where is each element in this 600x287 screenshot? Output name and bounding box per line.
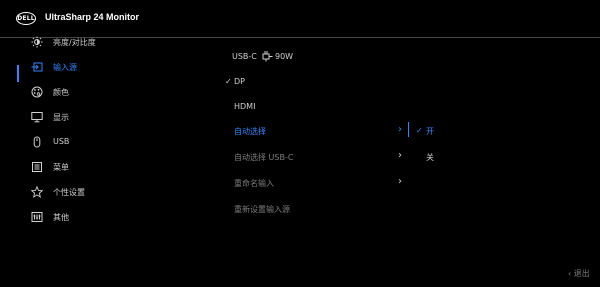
- star-icon: [31, 186, 43, 198]
- submenu-rename-input[interactable]: 重命名输入 ›: [220, 173, 410, 193]
- on-label: 开: [426, 127, 434, 136]
- monitor-title: UltraSharp 24 Monitor: [45, 12, 140, 22]
- menu-item-color[interactable]: 颜色: [0, 80, 200, 104]
- usb-mouse-icon: [31, 136, 43, 148]
- menu-item-other[interactable]: 其他: [0, 205, 200, 229]
- menu-label-input-source: 输入源: [53, 63, 77, 72]
- dp-check-icon: ✓: [225, 77, 232, 86]
- submenu-dp[interactable]: ✓ DP: [220, 72, 410, 92]
- chevron-right-icon: ›: [398, 124, 402, 135]
- chevron-right-icon: ›: [398, 150, 402, 161]
- rename-input-label: 重命名输入: [234, 179, 274, 188]
- off-label: 关: [426, 153, 434, 162]
- menu-item-brightness[interactable]: 亮度/对比度: [0, 30, 200, 54]
- submenu-auto-select[interactable]: 自动选择 ›: [220, 121, 410, 141]
- usbc-label: USB-C: [232, 52, 257, 61]
- other-icon: [31, 211, 43, 223]
- power-label: 90W: [275, 52, 294, 61]
- submenu-usbc[interactable]: USB-C 90W: [220, 47, 410, 67]
- hdmi-label: HDMI: [234, 102, 256, 111]
- option-off[interactable]: 关: [413, 147, 513, 167]
- menu-label-brightness: 亮度/对比度: [53, 38, 96, 47]
- chevron-right-icon: ›: [398, 176, 402, 187]
- menu-label-personalize: 个性设置: [53, 188, 85, 197]
- menu-item-display[interactable]: 显示: [0, 105, 200, 129]
- submenu-reset-input[interactable]: 重新设置输入源: [220, 199, 410, 219]
- auto-select-label: 自动选择: [234, 127, 266, 136]
- dp-label: DP: [234, 77, 245, 86]
- submenu-auto-select-usbc[interactable]: 自动选择 USB-C ›: [220, 147, 410, 167]
- exit-button[interactable]: ‹ 退出: [568, 268, 590, 279]
- auto-select-usbc-label: 自动选择 USB-C: [234, 153, 294, 162]
- power-plug-icon: [261, 50, 273, 62]
- menu-item-menu[interactable]: 菜单: [0, 155, 200, 179]
- menu-label-usb: USB: [53, 137, 70, 146]
- on-check-icon: ✓: [416, 126, 423, 135]
- color-palette-icon: [31, 86, 43, 98]
- submenu-hdmi[interactable]: HDMI: [220, 97, 410, 117]
- menu-label-display: 显示: [53, 113, 69, 122]
- menu-label-other: 其他: [53, 213, 69, 222]
- option-on[interactable]: ✓ 开: [413, 121, 513, 141]
- menu-label-menu: 菜单: [53, 163, 69, 172]
- dell-logo: DELL: [16, 12, 36, 25]
- input-source-icon: [31, 61, 43, 73]
- menu-item-input-source[interactable]: 输入源: [0, 55, 200, 79]
- reset-input-label: 重新设置输入源: [234, 205, 290, 214]
- submenu-active-bar: [408, 122, 409, 137]
- menu-item-personalize[interactable]: 个性设置: [0, 180, 200, 204]
- menu-item-usb[interactable]: USB: [0, 130, 200, 154]
- menu-label-color: 颜色: [53, 88, 69, 97]
- menu-icon: [31, 161, 43, 173]
- brightness-icon: [31, 36, 43, 48]
- display-icon: [31, 111, 43, 123]
